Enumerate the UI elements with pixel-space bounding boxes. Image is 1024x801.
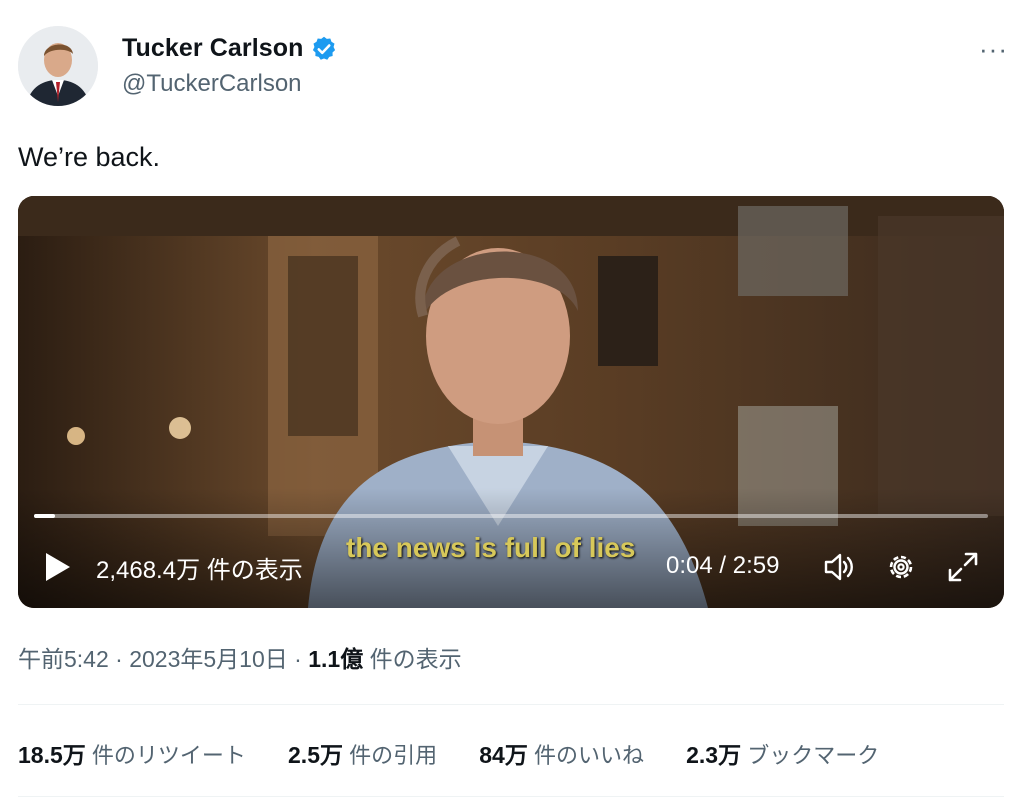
video-player[interactable]: 2,468.4万 件の表示 the news is full of lies 0… bbox=[18, 196, 1004, 608]
retweets-stat[interactable]: 18.5万 件のリツイート bbox=[18, 736, 246, 770]
likes-label: 件のいいね bbox=[527, 743, 644, 768]
tweet-date[interactable]: 2023年5月10日 bbox=[129, 646, 288, 672]
progress-bar[interactable] bbox=[34, 514, 988, 518]
tweet-header: Tucker Carlson @TuckerCarlson ··· bbox=[18, 26, 1008, 116]
bookmarks-count: 2.3万 bbox=[686, 742, 742, 768]
quotes-label: 件の引用 bbox=[343, 743, 438, 768]
engagement-stats: 18.5万 件のリツイート 2.5万 件の引用 84万 件のいいね 2.3万 ブ… bbox=[18, 736, 915, 770]
play-icon[interactable] bbox=[42, 551, 72, 583]
avatar[interactable] bbox=[18, 26, 98, 106]
tweet-view-count: 1.1億 bbox=[308, 646, 364, 672]
handle[interactable]: @TuckerCarlson bbox=[122, 70, 302, 98]
divider bbox=[18, 704, 1004, 705]
likes-stat[interactable]: 84万 件のいいね bbox=[479, 736, 644, 770]
quotes-count: 2.5万 bbox=[288, 742, 343, 768]
verified-badge-icon bbox=[310, 35, 338, 63]
video-view-count: 2,468.4万 件の表示 bbox=[96, 557, 303, 584]
likes-count: 84万 bbox=[479, 742, 528, 768]
video-time: 0:04 / 2:59 bbox=[666, 552, 780, 579]
retweets-label: 件のリツイート bbox=[85, 743, 246, 768]
retweets-count: 18.5万 bbox=[18, 742, 86, 768]
meta-separator: · bbox=[287, 646, 309, 672]
video-subtitle: the news is full of lies bbox=[346, 532, 636, 563]
progress-fill bbox=[34, 514, 55, 518]
meta-separator: · bbox=[108, 646, 130, 672]
fullscreen-icon[interactable] bbox=[946, 550, 980, 584]
bookmarks-stat[interactable]: 2.3万 ブックマーク bbox=[686, 736, 879, 770]
bookmarks-label: ブックマーク bbox=[741, 743, 880, 768]
name-row: Tucker Carlson bbox=[122, 34, 338, 63]
divider bbox=[18, 796, 1004, 797]
tweet-view-label: 件の表示 bbox=[363, 646, 462, 672]
display-name[interactable]: Tucker Carlson bbox=[122, 34, 304, 63]
tweet-time[interactable]: 午前5:42 bbox=[18, 646, 109, 672]
tweet-meta: 午前5:42 · 2023年5月10日 · 1.1億 件の表示 bbox=[18, 640, 462, 674]
tweet-text: We’re back. bbox=[18, 142, 161, 172]
volume-icon[interactable] bbox=[822, 550, 856, 584]
settings-gear-icon[interactable] bbox=[884, 550, 918, 584]
more-options-icon[interactable]: ··· bbox=[979, 34, 1008, 65]
quotes-stat[interactable]: 2.5万 件の引用 bbox=[288, 736, 437, 770]
